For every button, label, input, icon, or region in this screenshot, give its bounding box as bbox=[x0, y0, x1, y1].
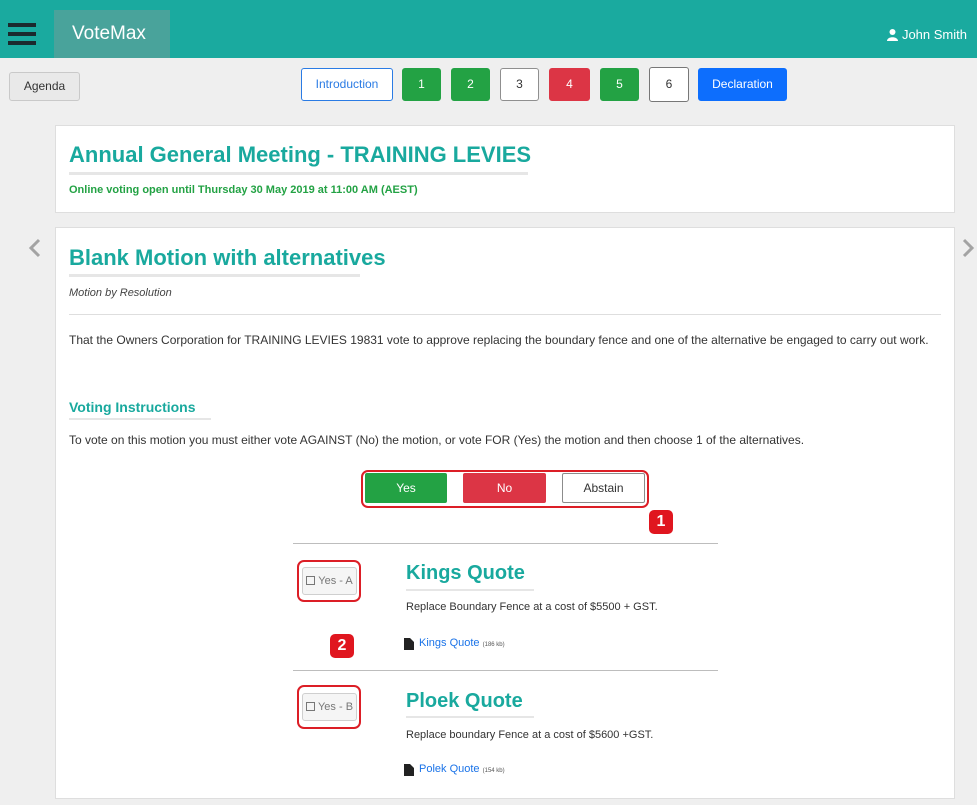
alternative-a-label: Yes - A bbox=[318, 575, 353, 587]
brand-logo[interactable]: VoteMax bbox=[54, 10, 170, 58]
tab-item-6[interactable]: 6 bbox=[649, 67, 689, 102]
document-icon bbox=[404, 764, 414, 776]
yes-button[interactable]: Yes bbox=[365, 473, 447, 503]
top-bar: VoteMax John Smith bbox=[0, 0, 977, 58]
voting-instructions-heading: Voting Instructions bbox=[69, 399, 196, 415]
alternative-b-description: Replace boundary Fence at a cost of $560… bbox=[406, 729, 654, 741]
tab-declaration[interactable]: Declaration bbox=[698, 68, 787, 101]
alternative-a-button[interactable]: Yes - A bbox=[302, 567, 357, 595]
menu-icon[interactable] bbox=[8, 23, 36, 45]
divider bbox=[293, 543, 718, 544]
document-icon bbox=[404, 638, 414, 650]
meeting-card: Annual General Meeting - TRAINING LEVIES… bbox=[55, 125, 955, 213]
voting-instructions: To vote on this motion you must either v… bbox=[69, 433, 805, 447]
tab-item-2[interactable]: 2 bbox=[451, 68, 490, 101]
title-underline bbox=[69, 172, 528, 175]
agenda-button[interactable]: Agenda bbox=[9, 72, 80, 101]
divider bbox=[293, 670, 718, 671]
tab-item-5[interactable]: 5 bbox=[600, 68, 639, 101]
alternative-a-title: Kings Quote bbox=[406, 562, 525, 584]
tab-item-4[interactable]: 4 bbox=[549, 68, 590, 101]
alternative-b-title: Ploek Quote bbox=[406, 690, 523, 712]
alternative-a-description: Replace Boundary Fence at a cost of $550… bbox=[406, 601, 658, 613]
next-arrow-icon[interactable] bbox=[961, 238, 975, 258]
alternative-b-document-link[interactable]: Polek Quote (154 kb) bbox=[419, 763, 505, 775]
alternative-b-button[interactable]: Yes - B bbox=[302, 693, 357, 721]
alternative-b-label: Yes - B bbox=[317, 701, 354, 713]
motion-text: That the Owners Corporation for TRAINING… bbox=[69, 333, 929, 347]
annotation-badge-1: 1 bbox=[649, 510, 673, 534]
user-name: John Smith bbox=[901, 27, 967, 42]
tab-introduction[interactable]: Introduction bbox=[301, 68, 393, 101]
title-underline bbox=[406, 589, 534, 591]
annotation-badge-2: 2 bbox=[330, 634, 354, 658]
divider bbox=[69, 314, 941, 315]
tab-item-3[interactable]: 3 bbox=[500, 68, 539, 101]
alternative-a-document-link[interactable]: Kings Quote (186 kb) bbox=[419, 637, 505, 649]
motion-subtitle: Motion by Resolution bbox=[69, 287, 172, 299]
checkbox-icon bbox=[306, 576, 316, 585]
previous-arrow-icon[interactable] bbox=[28, 238, 42, 258]
tab-item-1[interactable]: 1 bbox=[402, 68, 441, 101]
user-menu[interactable]: John Smith bbox=[886, 27, 967, 42]
document-size: (154 kb) bbox=[482, 768, 505, 774]
motion-card: Blank Motion with alternatives Motion by… bbox=[55, 227, 955, 799]
abstain-button[interactable]: Abstain bbox=[562, 473, 645, 503]
heading-underline bbox=[69, 418, 211, 420]
meeting-title: Annual General Meeting - TRAINING LEVIES bbox=[69, 142, 532, 167]
no-button[interactable]: No bbox=[463, 473, 546, 503]
motion-title: Blank Motion with alternatives bbox=[69, 245, 386, 270]
voting-status: Online voting open until Thursday 30 May… bbox=[69, 184, 418, 196]
checkbox-icon bbox=[305, 702, 315, 711]
title-underline bbox=[69, 274, 360, 277]
user-icon bbox=[886, 29, 898, 41]
title-underline bbox=[406, 716, 534, 718]
document-size: (186 kb) bbox=[482, 642, 505, 648]
